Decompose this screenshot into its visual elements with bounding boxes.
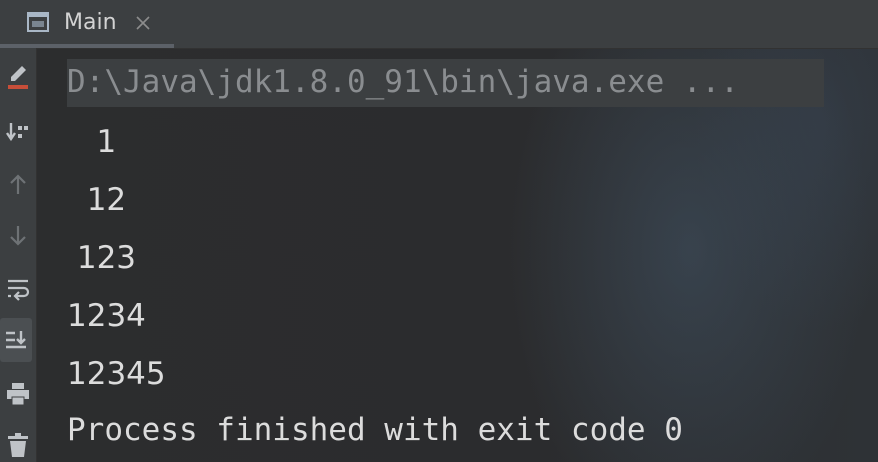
tab-bar: Main — [0, 0, 878, 49]
tab-label: Main — [64, 10, 117, 35]
output-line-2: 12 — [67, 182, 127, 218]
command-line: D:\Java\jdk1.8.0_91\bin\java.exe ... — [67, 64, 739, 100]
clear-all-icon — [8, 66, 28, 89]
console-window-icon — [27, 12, 49, 32]
close-icon[interactable] — [132, 12, 154, 34]
up-button[interactable] — [0, 162, 36, 206]
scroll-to-end-button[interactable] — [0, 318, 32, 362]
trash-icon — [8, 433, 28, 457]
down-arrow-icon — [10, 226, 26, 246]
sort-down-button[interactable] — [0, 110, 36, 154]
console-output: D:\Java\jdk1.8.0_91\bin\java.exe ... 1 1… — [37, 49, 878, 462]
tab-main[interactable]: Main — [0, 0, 174, 48]
output-line-1: 1 — [67, 124, 117, 160]
down-button[interactable] — [0, 214, 36, 258]
scroll-to-end-icon — [6, 331, 26, 349]
soft-wrap-icon — [8, 279, 30, 301]
up-arrow-icon — [10, 174, 26, 194]
console-toolbar — [0, 48, 37, 462]
output-line-3: 123 — [67, 240, 137, 276]
sort-down-icon — [6, 123, 28, 142]
trash-button[interactable] — [0, 422, 36, 462]
print-icon — [7, 383, 29, 406]
print-button[interactable] — [0, 372, 36, 416]
output-line-5: 12345 — [67, 356, 166, 392]
exit-message: Process finished with exit code 0 — [67, 412, 683, 448]
clear-all-button[interactable] — [0, 56, 36, 100]
soft-wrap-button[interactable] — [0, 268, 36, 312]
output-line-4: 1234 — [67, 298, 146, 334]
